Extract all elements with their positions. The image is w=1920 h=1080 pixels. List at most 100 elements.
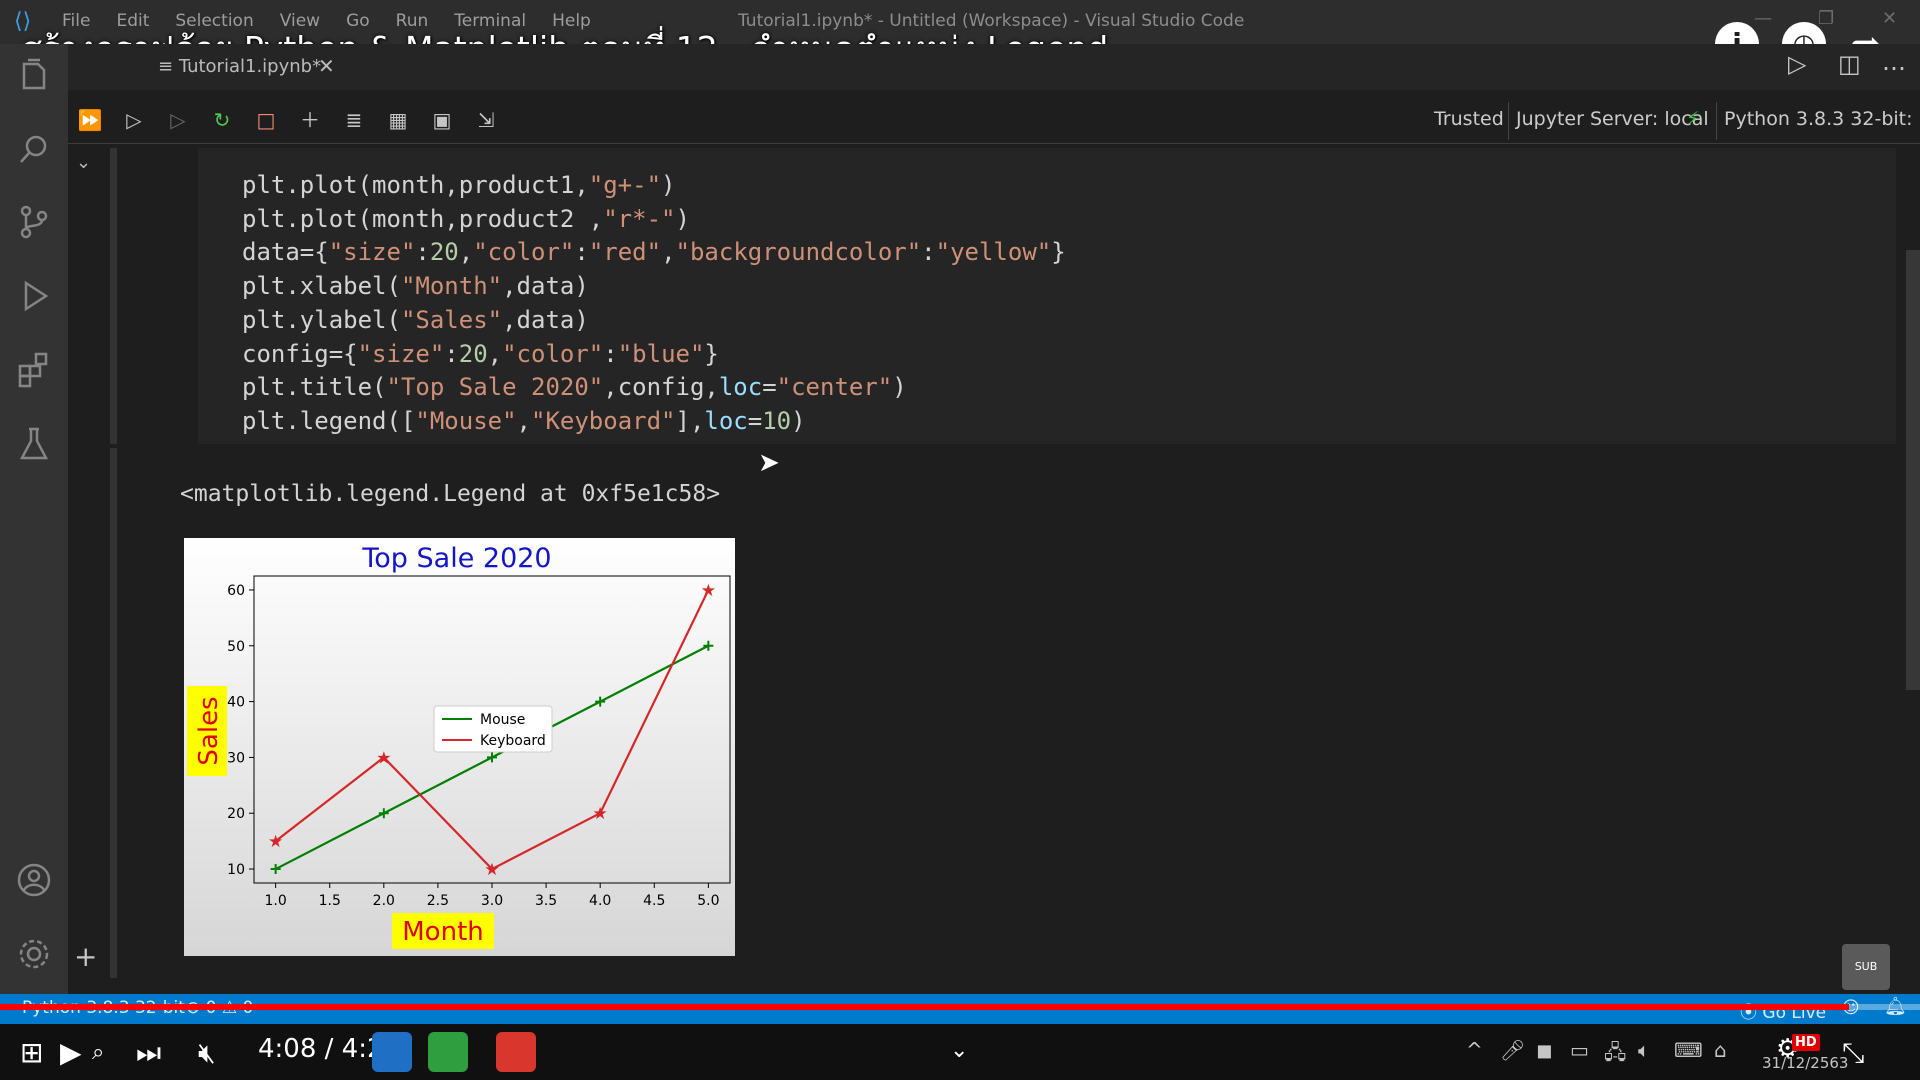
close-window-icon[interactable]: ✕	[1882, 8, 1897, 29]
speaker-icon[interactable]: 🔈︎	[1638, 1038, 1650, 1062]
code-line: config={"size":20,"color":"blue"}	[242, 338, 1066, 372]
run-debug-icon[interactable]	[14, 276, 54, 316]
save-icon[interactable]: ▣	[428, 106, 456, 134]
windows-start-icon[interactable]: ⊞	[20, 1036, 43, 1069]
tab-close-icon[interactable]: ✕	[318, 54, 335, 78]
editor-tab-bar: ≡ Tutorial1.ipynb* ✕ ▷ ◫ …	[68, 44, 1920, 90]
x-tick-label: 5.0	[697, 893, 719, 909]
run-above-icon[interactable]: ▷	[120, 106, 148, 134]
code-token: "size"	[328, 238, 416, 267]
collapse-cell-chevron-icon[interactable]: ⌄	[76, 152, 91, 173]
y-tick-label: 30	[227, 750, 245, 766]
run-below-icon[interactable]: ▷	[164, 106, 192, 134]
testing-flask-icon[interactable]	[14, 424, 54, 464]
y-tick-label: 60	[227, 583, 245, 599]
x-tick-label: 4.5	[643, 893, 665, 909]
vertical-scrollbar[interactable]	[1906, 250, 1920, 690]
notebook-file-icon: ≡	[158, 56, 179, 77]
code-token: loc	[718, 373, 763, 402]
code-token: plt.plot(month,product1,	[242, 171, 589, 199]
code-token: plt.xlabel(	[242, 272, 401, 301]
trusted-status[interactable]: Trusted	[1434, 108, 1504, 130]
restart-kernel-icon[interactable]: ↻	[208, 106, 236, 134]
add-cell-icon[interactable]: ＋	[296, 106, 324, 134]
extensions-icon[interactable]	[14, 350, 54, 390]
tray-chevron-up-icon[interactable]: ^	[1466, 1038, 1483, 1062]
add-cell-plus-icon[interactable]: +	[74, 940, 97, 973]
code-token: "yellow"	[935, 238, 1052, 267]
chart-title: Top Sale 2020	[361, 543, 551, 574]
code-token: ],	[675, 406, 705, 435]
code-token: "color"	[502, 339, 604, 368]
code-line: plt.ylabel("Sales",data)	[242, 304, 1066, 338]
export-icon[interactable]: ⇲	[472, 106, 500, 134]
code-token: :	[444, 339, 459, 368]
y-tick-label: 20	[227, 806, 245, 822]
minimize-icon[interactable]: —	[1754, 8, 1772, 29]
jupyter-server-status[interactable]: Jupyter Server: local	[1516, 108, 1709, 130]
code-token: plt.title(	[242, 373, 387, 402]
keyboard-icon[interactable]: ⌨	[1674, 1038, 1703, 1062]
taskbar-app-green[interactable]	[428, 1032, 468, 1072]
legend-label-mouse: Mouse	[480, 712, 525, 728]
kernel-status[interactable]: Python 3.8.3 32-bit: Idle	[1724, 108, 1920, 130]
microphone-icon[interactable]: 🎤︎	[1500, 1038, 1525, 1062]
code-token: "r*-"	[603, 204, 676, 233]
play-button-icon[interactable]: ▶	[60, 1036, 82, 1069]
code-line: plt.legend(["Mouse","Keyboard"],loc=10)	[242, 405, 1066, 439]
cell-output-text: <matplotlib.legend.Legend at 0xf5e1c58>	[180, 481, 721, 507]
notebook-toolbar: ⏩ ▷ ▷ ↻ □ ＋ ≣ ▦ ▣ ⇲ Trusted Jupyter Serv…	[68, 96, 1920, 144]
run-all-icon[interactable]: ⏩	[76, 106, 104, 134]
code-cell-source[interactable]: plt.plot(month,product1,"g+-") plt.plot(m…	[242, 169, 1066, 439]
code-token: }	[704, 339, 719, 368]
code-token: "size"	[357, 339, 445, 368]
chart-output: 1.0 1.5 2.0 2.5 3.0 3.5 4.0 4.5 5.0 10 20 30 40 50 60 T…	[184, 538, 735, 956]
subscribe-badge[interactable]: SUB	[1842, 944, 1890, 990]
network-icon[interactable]: 🖧︎	[1604, 1038, 1626, 1072]
status-go-live[interactable]: ⦿ Go Live	[1740, 998, 1826, 1023]
code-token: ,	[516, 406, 531, 435]
data-point-keyboard: ★	[701, 581, 716, 601]
maximize-icon[interactable]: ❐	[1818, 8, 1834, 29]
code-token: "Top Sale 2020"	[386, 373, 604, 402]
code-token: config={	[242, 339, 358, 368]
code-token: :	[415, 238, 430, 267]
more-actions-icon[interactable]: …	[1882, 48, 1906, 76]
code-token: "Sales"	[400, 305, 503, 334]
x-tick-label: 2.5	[427, 893, 449, 909]
chevron-down-icon[interactable]: ⌄	[950, 1038, 968, 1063]
code-token: data={	[242, 238, 329, 267]
run-file-icon[interactable]: ▷	[1788, 50, 1806, 78]
code-token: 20	[429, 238, 459, 267]
search-icon[interactable]	[14, 130, 54, 170]
tab-tutorial1[interactable]: ≡ Tutorial1.ipynb*	[158, 56, 321, 77]
variables-icon[interactable]: ▦	[384, 106, 412, 134]
battery-icon[interactable]: ▭	[1570, 1038, 1589, 1062]
next-video-icon[interactable]: ⏭	[136, 1036, 161, 1070]
cell-selection-bar	[110, 148, 117, 444]
code-token: "color"	[473, 238, 575, 267]
hd-badge: HD	[1792, 1034, 1820, 1051]
search-taskbar-icon[interactable]: ⌕	[92, 1040, 104, 1065]
settings-gear-icon[interactable]	[14, 934, 54, 974]
code-token: :	[574, 238, 589, 267]
interrupt-kernel-icon[interactable]: □	[252, 106, 280, 134]
code-line: plt.xlabel("Month",data)	[242, 270, 1066, 304]
data-point-keyboard: ★	[593, 804, 608, 824]
account-icon[interactable]	[14, 860, 54, 900]
code-token: "Mouse"	[415, 406, 517, 435]
source-control-icon[interactable]	[14, 202, 54, 242]
taskbar-app-red[interactable]	[496, 1032, 536, 1072]
taskbar-app-vscode[interactable]	[372, 1032, 412, 1072]
video-progress-track[interactable]	[0, 1004, 1920, 1010]
code-token: plt.plot(month,product2 ,	[242, 204, 604, 233]
explorer-icon[interactable]	[14, 56, 54, 96]
code-token: ,	[487, 339, 503, 368]
split-editor-icon[interactable]: ◫	[1838, 50, 1861, 78]
tray-app-icon[interactable]: ◼	[1536, 1038, 1553, 1062]
language-icon[interactable]: ⌂	[1714, 1038, 1727, 1062]
mute-volume-icon[interactable]: 🔇︎	[198, 1036, 216, 1070]
exit-fullscreen-icon[interactable]: ⤡	[1842, 1036, 1864, 1070]
code-token: ,data)	[502, 272, 589, 301]
clear-outputs-icon[interactable]: ≣	[340, 106, 368, 134]
